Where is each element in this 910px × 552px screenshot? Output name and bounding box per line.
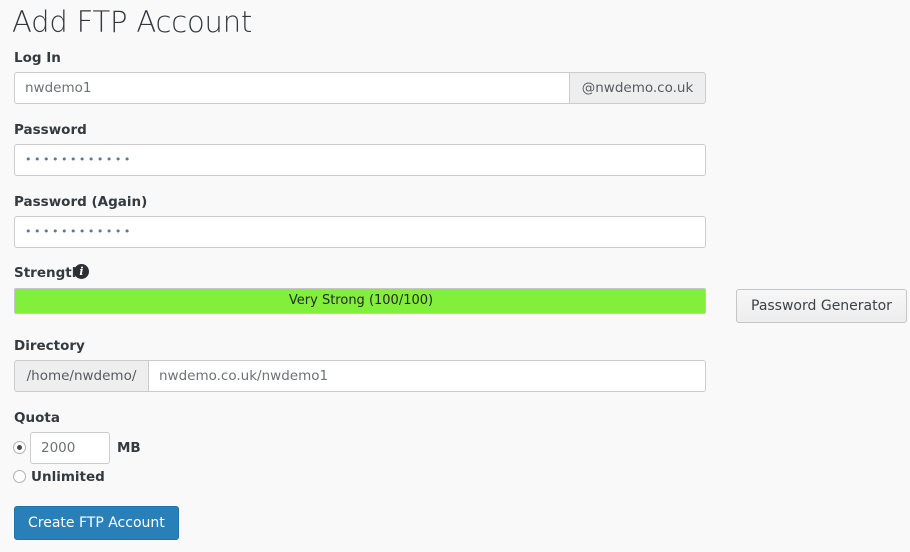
create-ftp-account-button[interactable]: Create FTP Account — [14, 506, 179, 540]
quota-label: Quota — [14, 410, 60, 426]
strength-label: Strength — [14, 265, 82, 281]
password-strength-bar: Very Strong (100/100) — [14, 288, 706, 314]
login-input[interactable] — [14, 72, 570, 104]
password-again-input[interactable]: •••••••••••• — [14, 216, 706, 248]
quota-value-input[interactable] — [30, 432, 110, 464]
directory-label: Directory — [14, 338, 85, 354]
quota-unlimited-label[interactable]: Unlimited — [31, 469, 105, 485]
quota-unit-label: MB — [117, 440, 141, 456]
directory-input[interactable] — [148, 360, 706, 392]
password-generator-button[interactable]: Password Generator — [736, 289, 907, 323]
password-label: Password — [14, 122, 87, 138]
login-domain-addon: @nwdemo.co.uk — [570, 72, 706, 104]
quota-limited-radio[interactable] — [13, 441, 26, 454]
password-strength-text: Very Strong (100/100) — [288, 293, 434, 308]
password-input[interactable]: •••••••••••• — [14, 144, 706, 176]
add-ftp-account-page: Add FTP Account Log In @nwdemo.co.uk Pas… — [0, 0, 910, 552]
directory-prefix-addon: /home/nwdemo/ — [14, 360, 148, 392]
info-icon[interactable]: i — [74, 264, 89, 279]
quota-unlimited-radio[interactable] — [13, 470, 26, 483]
password-again-label: Password (Again) — [14, 194, 148, 210]
page-title: Add FTP Account — [12, 5, 253, 39]
login-label: Log In — [14, 50, 61, 66]
